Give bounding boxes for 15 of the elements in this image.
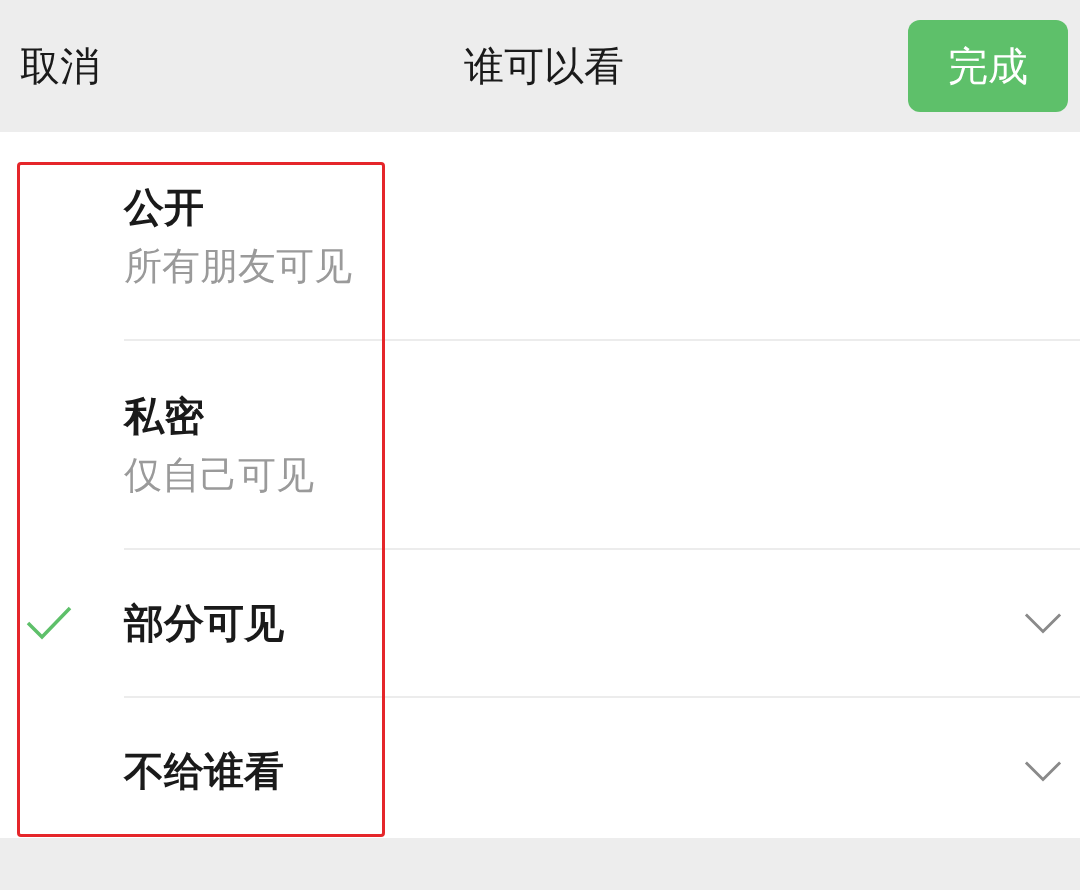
option-title: 不给谁看 [124, 747, 285, 795]
visibility-option[interactable]: 部分可见 [0, 550, 1080, 696]
option-subtitle: 所有朋友可见 [124, 242, 353, 289]
option-title: 私密 [124, 391, 205, 440]
option-title: 部分可见 [124, 599, 285, 647]
page-title: 谁可以看 [464, 42, 624, 91]
visibility-option[interactable]: 私密 仅自己可见 [0, 341, 1080, 548]
option-subtitle: 仅自己可见 [124, 451, 315, 498]
visibility-option[interactable]: 公开 所有朋友可见 [0, 132, 1080, 339]
visibility-option[interactable]: 不给谁看 [0, 698, 1080, 844]
chevron-down-icon[interactable] [1024, 612, 1062, 634]
cancel-button[interactable]: 取消 [20, 36, 180, 96]
option-title: 公开 [124, 182, 205, 231]
chevron-down-icon[interactable] [1024, 760, 1062, 782]
checkmark-icon [25, 605, 73, 641]
